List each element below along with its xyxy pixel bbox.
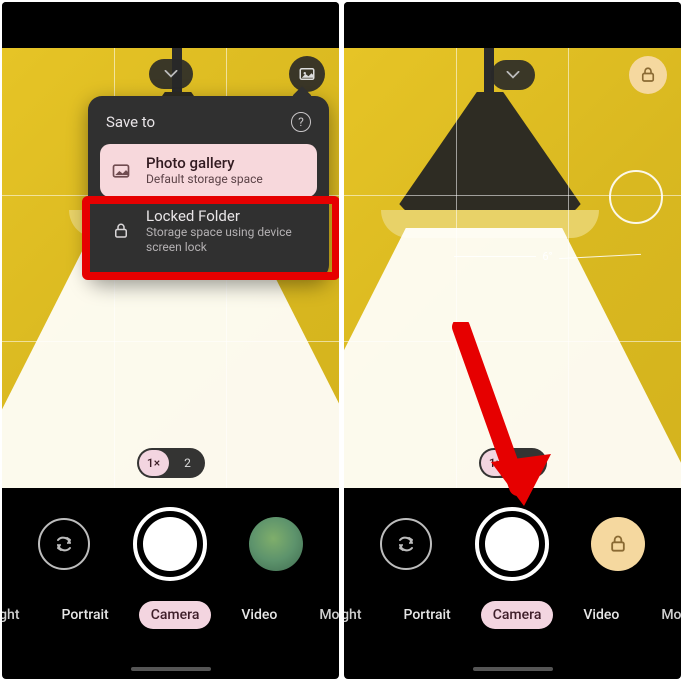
- locked-folder-thumbnail[interactable]: [591, 517, 645, 571]
- option-title: Locked Folder: [146, 207, 307, 225]
- level-angle-value: 6°: [542, 250, 552, 263]
- zoom-2x[interactable]: 2: [515, 450, 545, 476]
- mode-modes[interactable]: Modes: [307, 601, 339, 629]
- zoom-1x[interactable]: 1×: [481, 450, 511, 476]
- flip-camera-button[interactable]: [38, 518, 90, 570]
- mode-portrait[interactable]: Portrait: [392, 601, 463, 629]
- camera-viewfinder[interactable]: 6° 1× 2: [344, 48, 681, 488]
- settings-dropdown-button[interactable]: [491, 60, 535, 90]
- flip-camera-button[interactable]: [380, 518, 432, 570]
- focus-ring: [609, 170, 663, 224]
- image-icon: [298, 65, 316, 83]
- mode-night-sight[interactable]: t Sight: [2, 601, 32, 629]
- mode-label: Video: [583, 607, 619, 623]
- shutter-inner: [485, 517, 539, 571]
- mode-label: Modes: [661, 607, 681, 623]
- mode-label: t Sight: [344, 607, 362, 623]
- locked-folder-indicator[interactable]: [629, 56, 667, 94]
- shutter-button[interactable]: [133, 507, 207, 581]
- lock-icon: [639, 66, 657, 84]
- save-option-locked-folder[interactable]: Locked Folder Storage space using device…: [100, 197, 317, 265]
- popover-title: Save to: [106, 113, 155, 131]
- chevron-down-icon: [164, 70, 178, 78]
- shutter-button[interactable]: [475, 507, 549, 581]
- mode-portrait[interactable]: Portrait: [50, 601, 121, 629]
- zoom-2x[interactable]: 2: [173, 450, 203, 476]
- save-option-photo-gallery[interactable]: Photo gallery Default storage space: [100, 144, 317, 197]
- shutter-inner: [143, 517, 197, 571]
- help-icon: ?: [298, 115, 304, 129]
- camera-controls: [344, 499, 681, 589]
- mode-modes[interactable]: Modes: [649, 601, 681, 629]
- mode-label: Video: [241, 607, 277, 623]
- mode-night-sight[interactable]: t Sight: [344, 601, 374, 629]
- grid-line: [2, 341, 339, 342]
- settings-dropdown-button[interactable]: [149, 59, 193, 89]
- modes-strip[interactable]: t Sight Portrait Camera Video Modes: [344, 595, 681, 635]
- modes-strip[interactable]: t Sight Portrait Camera Video Modes: [2, 595, 339, 635]
- screenshot-pair: 1× 2 Save to ? Photo gallery Default sto…: [0, 0, 683, 681]
- last-photo-thumbnail[interactable]: [249, 517, 303, 571]
- grid-line: [344, 341, 681, 342]
- gallery-save-target-button[interactable]: [289, 56, 325, 92]
- option-subtitle: Storage space using device screen lock: [146, 225, 307, 255]
- help-button[interactable]: ?: [291, 112, 311, 132]
- option-subtitle: Default storage space: [146, 172, 307, 187]
- mode-label: Camera: [493, 607, 542, 623]
- phone-right: 6° 1× 2: [344, 2, 681, 679]
- mode-label: t Sight: [2, 607, 20, 623]
- zoom-picker[interactable]: 1× 2: [137, 448, 205, 478]
- zoom-1x-label: 1×: [147, 456, 160, 470]
- zoom-2x-label: 2: [526, 456, 533, 470]
- flip-camera-icon: [52, 532, 76, 556]
- camera-controls: [2, 499, 339, 589]
- chevron-down-icon: [506, 71, 520, 79]
- lock-icon: [110, 220, 132, 242]
- lock-icon: [608, 534, 628, 554]
- level-indicator: 6°: [454, 250, 641, 263]
- status-bar: [2, 2, 339, 48]
- zoom-1x-label: 1×: [489, 456, 502, 470]
- mode-video[interactable]: Video: [571, 601, 631, 629]
- save-to-popover: Save to ? Photo gallery Default storage …: [88, 96, 329, 279]
- option-title: Photo gallery: [146, 154, 307, 172]
- mode-camera[interactable]: Camera: [139, 601, 212, 629]
- mode-label: Portrait: [404, 607, 451, 623]
- mode-label: Modes: [319, 607, 339, 623]
- flip-camera-icon: [394, 532, 418, 556]
- zoom-picker[interactable]: 1× 2: [479, 448, 547, 478]
- grid-line: [568, 48, 569, 488]
- home-indicator[interactable]: [473, 667, 553, 671]
- image-icon: [110, 160, 132, 182]
- phone-left: 1× 2 Save to ? Photo gallery Default sto…: [2, 2, 339, 679]
- mode-label: Portrait: [62, 607, 109, 623]
- grid-line: [456, 48, 457, 488]
- status-bar: [344, 2, 681, 48]
- home-indicator[interactable]: [131, 667, 211, 671]
- zoom-2x-label: 2: [184, 456, 191, 470]
- mode-camera[interactable]: Camera: [481, 601, 554, 629]
- mode-video[interactable]: Video: [229, 601, 289, 629]
- mode-label: Camera: [151, 607, 200, 623]
- zoom-1x[interactable]: 1×: [139, 450, 169, 476]
